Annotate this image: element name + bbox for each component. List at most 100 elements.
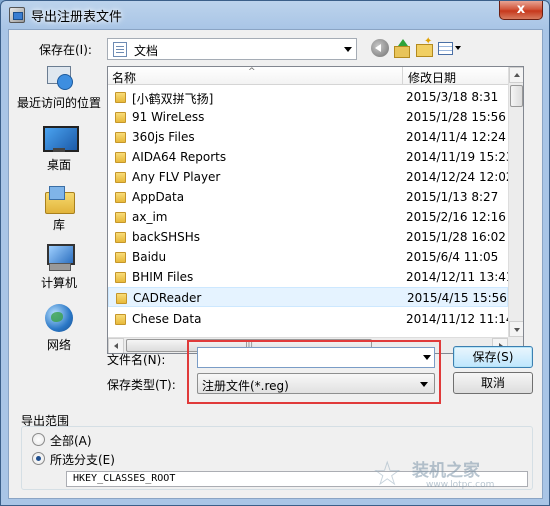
place-computer[interactable]: 计算机 <box>13 244 105 292</box>
sort-ascending-icon: ^ <box>248 67 256 77</box>
list-item[interactable]: AppData 2015/1/13 8:27 <box>108 187 508 207</box>
list-item[interactable]: 360js Files 2014/11/4 12:24 <box>108 127 508 147</box>
folder-icon <box>115 132 126 143</box>
folder-icon <box>115 112 126 123</box>
folder-icon <box>115 192 126 203</box>
place-label: 桌面 <box>46 158 71 172</box>
dialog-window: 导出注册表文件 x 保存在(I): 文档 最近访问的位置 桌面 库 <box>0 0 550 506</box>
column-header-date[interactable]: 修改日期 <box>408 69 456 86</box>
list-item[interactable]: 91 WireLess 2015/1/28 15:56 <box>108 107 508 127</box>
close-button[interactable]: x <box>499 1 543 20</box>
item-date: 2014/12/11 13:41 <box>406 270 514 284</box>
place-network[interactable]: 网络 <box>13 304 105 352</box>
place-label: 网络 <box>46 338 71 352</box>
item-name: Baidu <box>132 250 167 264</box>
chevron-down-icon[interactable] <box>423 355 431 360</box>
radio-all[interactable] <box>32 433 45 446</box>
window-title: 导出注册表文件 <box>31 10 123 25</box>
save-button[interactable]: 保存(S) <box>453 346 533 368</box>
item-date: 2015/1/13 8:27 <box>406 190 499 204</box>
title-bar[interactable]: 导出注册表文件 x <box>1 1 549 29</box>
list-item-selected[interactable]: CADReader 2015/4/15 15:56 <box>108 287 508 307</box>
radio-selected-branch[interactable] <box>32 452 45 465</box>
folder-icon <box>116 293 127 304</box>
folder-icon <box>115 272 126 283</box>
list-item[interactable]: ax_im 2015/2/16 12:16 <box>108 207 508 227</box>
item-date: 2014/11/12 11:14 <box>406 312 514 326</box>
up-folder-icon[interactable] <box>393 39 411 58</box>
watermark-text: 装机之家 <box>412 461 480 481</box>
chevron-down-icon <box>344 47 352 52</box>
folder-icon <box>115 92 126 103</box>
star-logo-icon: ☆ <box>372 454 403 494</box>
save-type-dropdown[interactable]: 注册文件(*.reg) <box>197 373 435 394</box>
documents-folder-icon <box>113 42 127 57</box>
place-desktop[interactable]: 桌面 <box>13 126 105 174</box>
item-date: 2014/12/24 12:02 <box>406 170 514 184</box>
item-date: 2015/6/4 11:05 <box>406 250 499 264</box>
back-icon[interactable] <box>371 39 389 57</box>
scroll-up-icon[interactable] <box>509 67 523 83</box>
save-in-dropdown[interactable]: 文档 <box>107 38 357 60</box>
item-name: Chese Data <box>132 312 202 326</box>
cancel-button[interactable]: 取消 <box>453 372 533 394</box>
item-date: 2014/11/4 12:24 <box>406 130 506 144</box>
filename-input[interactable] <box>197 347 435 368</box>
radio-selected-branch-label[interactable]: 所选分支(E) <box>50 451 115 468</box>
watermark: ☆ 装机之家 www.lotpc.com <box>372 454 532 496</box>
place-library[interactable]: 库 <box>13 186 105 234</box>
save-in-value: 文档 <box>134 44 159 58</box>
item-name: CADReader <box>133 291 202 305</box>
chevron-down-icon <box>420 382 428 387</box>
dialog-client-area: 保存在(I): 文档 最近访问的位置 桌面 库 计算机 <box>8 29 543 499</box>
place-label: 库 <box>52 218 65 232</box>
registry-editor-icon <box>9 7 25 23</box>
item-name: ax_im <box>132 210 168 224</box>
library-icon <box>45 186 75 214</box>
item-name: 91 WireLess <box>132 110 205 124</box>
item-date: 2014/11/19 15:23 <box>406 150 514 164</box>
item-name: BHIM Files <box>132 270 194 284</box>
column-divider[interactable] <box>402 67 403 85</box>
vertical-scrollbar[interactable] <box>508 67 523 337</box>
list-item[interactable]: BHIM Files 2014/12/11 13:41 <box>108 267 514 287</box>
column-header-name[interactable]: 名称 <box>112 69 136 86</box>
list-item[interactable]: [小鹤双拼飞扬] 2015/3/18 8:31 <box>108 87 508 107</box>
item-name: AppData <box>132 190 185 204</box>
item-name: backSHSHs <box>132 230 201 244</box>
folder-icon <box>115 314 126 325</box>
watermark-url: www.lotpc.com <box>426 480 495 490</box>
radio-all-label[interactable]: 全部(A) <box>50 432 92 449</box>
scroll-down-icon[interactable] <box>509 321 523 337</box>
save-type-label: 保存类型(T): <box>107 378 176 392</box>
list-item[interactable]: AIDA64 Reports 2014/11/19 15:23 <box>108 147 514 167</box>
vertical-scroll-thumb[interactable] <box>510 85 523 107</box>
list-item[interactable]: backSHSHs 2015/1/28 16:02 <box>108 227 508 247</box>
filename-label: 文件名(N): <box>107 353 166 367</box>
place-label: 最近访问的位置 <box>16 96 101 110</box>
item-name: 360js Files <box>132 130 195 144</box>
item-date: 2015/3/18 8:31 <box>406 90 499 104</box>
view-menu-icon[interactable] <box>437 39 465 57</box>
file-list[interactable]: 名称 ^ 修改日期 [小鹤双拼飞扬] 2015/3/18 8:31 91 Wire… <box>107 66 524 354</box>
item-name: [小鹤双拼飞扬] <box>132 92 214 106</box>
places-bar: 最近访问的位置 桌面 库 计算机 网络 <box>13 64 105 354</box>
save-in-label: 保存在(I): <box>39 43 92 57</box>
save-type-value: 注册文件(*.reg) <box>202 379 289 393</box>
item-date: 2015/1/28 16:02 <box>406 230 506 244</box>
network-icon <box>45 304 73 332</box>
recent-places-icon <box>45 64 73 90</box>
place-label: 计算机 <box>40 276 77 290</box>
folder-icon <box>115 152 126 163</box>
folder-icon <box>115 172 126 183</box>
computer-icon <box>45 244 75 271</box>
item-name: Any FLV Player <box>132 170 221 184</box>
folder-icon <box>115 232 126 243</box>
desktop-icon <box>43 126 79 152</box>
list-item[interactable]: Any FLV Player 2014/12/24 12:02 <box>108 167 514 187</box>
folder-icon <box>115 252 126 263</box>
new-folder-icon[interactable] <box>415 36 433 57</box>
list-item[interactable]: Baidu 2015/6/4 11:05 <box>108 247 508 267</box>
place-recent[interactable]: 最近访问的位置 <box>13 64 105 114</box>
list-item[interactable]: Chese Data 2014/11/12 11:14 <box>108 309 514 329</box>
